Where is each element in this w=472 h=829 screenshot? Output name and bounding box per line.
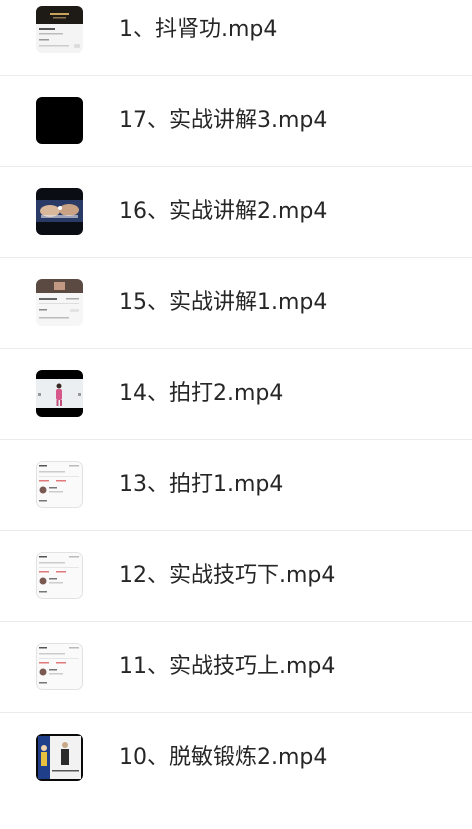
video-thumbnail [36, 279, 83, 326]
file-row[interactable]: 15、实战讲解1.mp4 [0, 258, 472, 348]
file-row[interactable]: 16、实战讲解2.mp4 [0, 167, 472, 257]
video-thumbnail [36, 734, 83, 781]
file-row[interactable]: 10、脱敏锻炼2.mp4 [0, 713, 472, 803]
file-name: 1、抖肾功.mp4 [119, 17, 278, 42]
file-name: 11、实战技巧上.mp4 [119, 654, 336, 679]
file-row[interactable]: 11、实战技巧上.mp4 [0, 622, 472, 712]
video-thumbnail [36, 97, 83, 144]
video-thumbnail [36, 552, 83, 599]
file-name: 10、脱敏锻炼2.mp4 [119, 745, 328, 770]
file-name: 17、实战讲解3.mp4 [119, 108, 328, 133]
file-name: 15、实战讲解1.mp4 [119, 290, 328, 315]
file-row[interactable]: 17、实战讲解3.mp4 [0, 76, 472, 166]
video-thumbnail [36, 370, 83, 417]
file-list: 1、抖肾功.mp4 17、实战讲解3.mp4 16、实战讲解2.mp4 15、实… [0, 0, 472, 829]
video-thumbnail [36, 188, 83, 235]
file-row[interactable]: 14、拍打2.mp4 [0, 349, 472, 439]
file-name: 16、实战讲解2.mp4 [119, 199, 328, 224]
file-name: 13、拍打1.mp4 [119, 472, 284, 497]
file-row[interactable]: 12、实战技巧下.mp4 [0, 531, 472, 621]
video-thumbnail [36, 461, 83, 508]
file-name: 12、实战技巧下.mp4 [119, 563, 336, 588]
file-row[interactable]: 1、抖肾功.mp4 [0, 0, 472, 75]
video-thumbnail [36, 6, 83, 53]
video-thumbnail [36, 643, 83, 690]
file-row[interactable]: 13、拍打1.mp4 [0, 440, 472, 530]
file-name: 14、拍打2.mp4 [119, 381, 284, 406]
